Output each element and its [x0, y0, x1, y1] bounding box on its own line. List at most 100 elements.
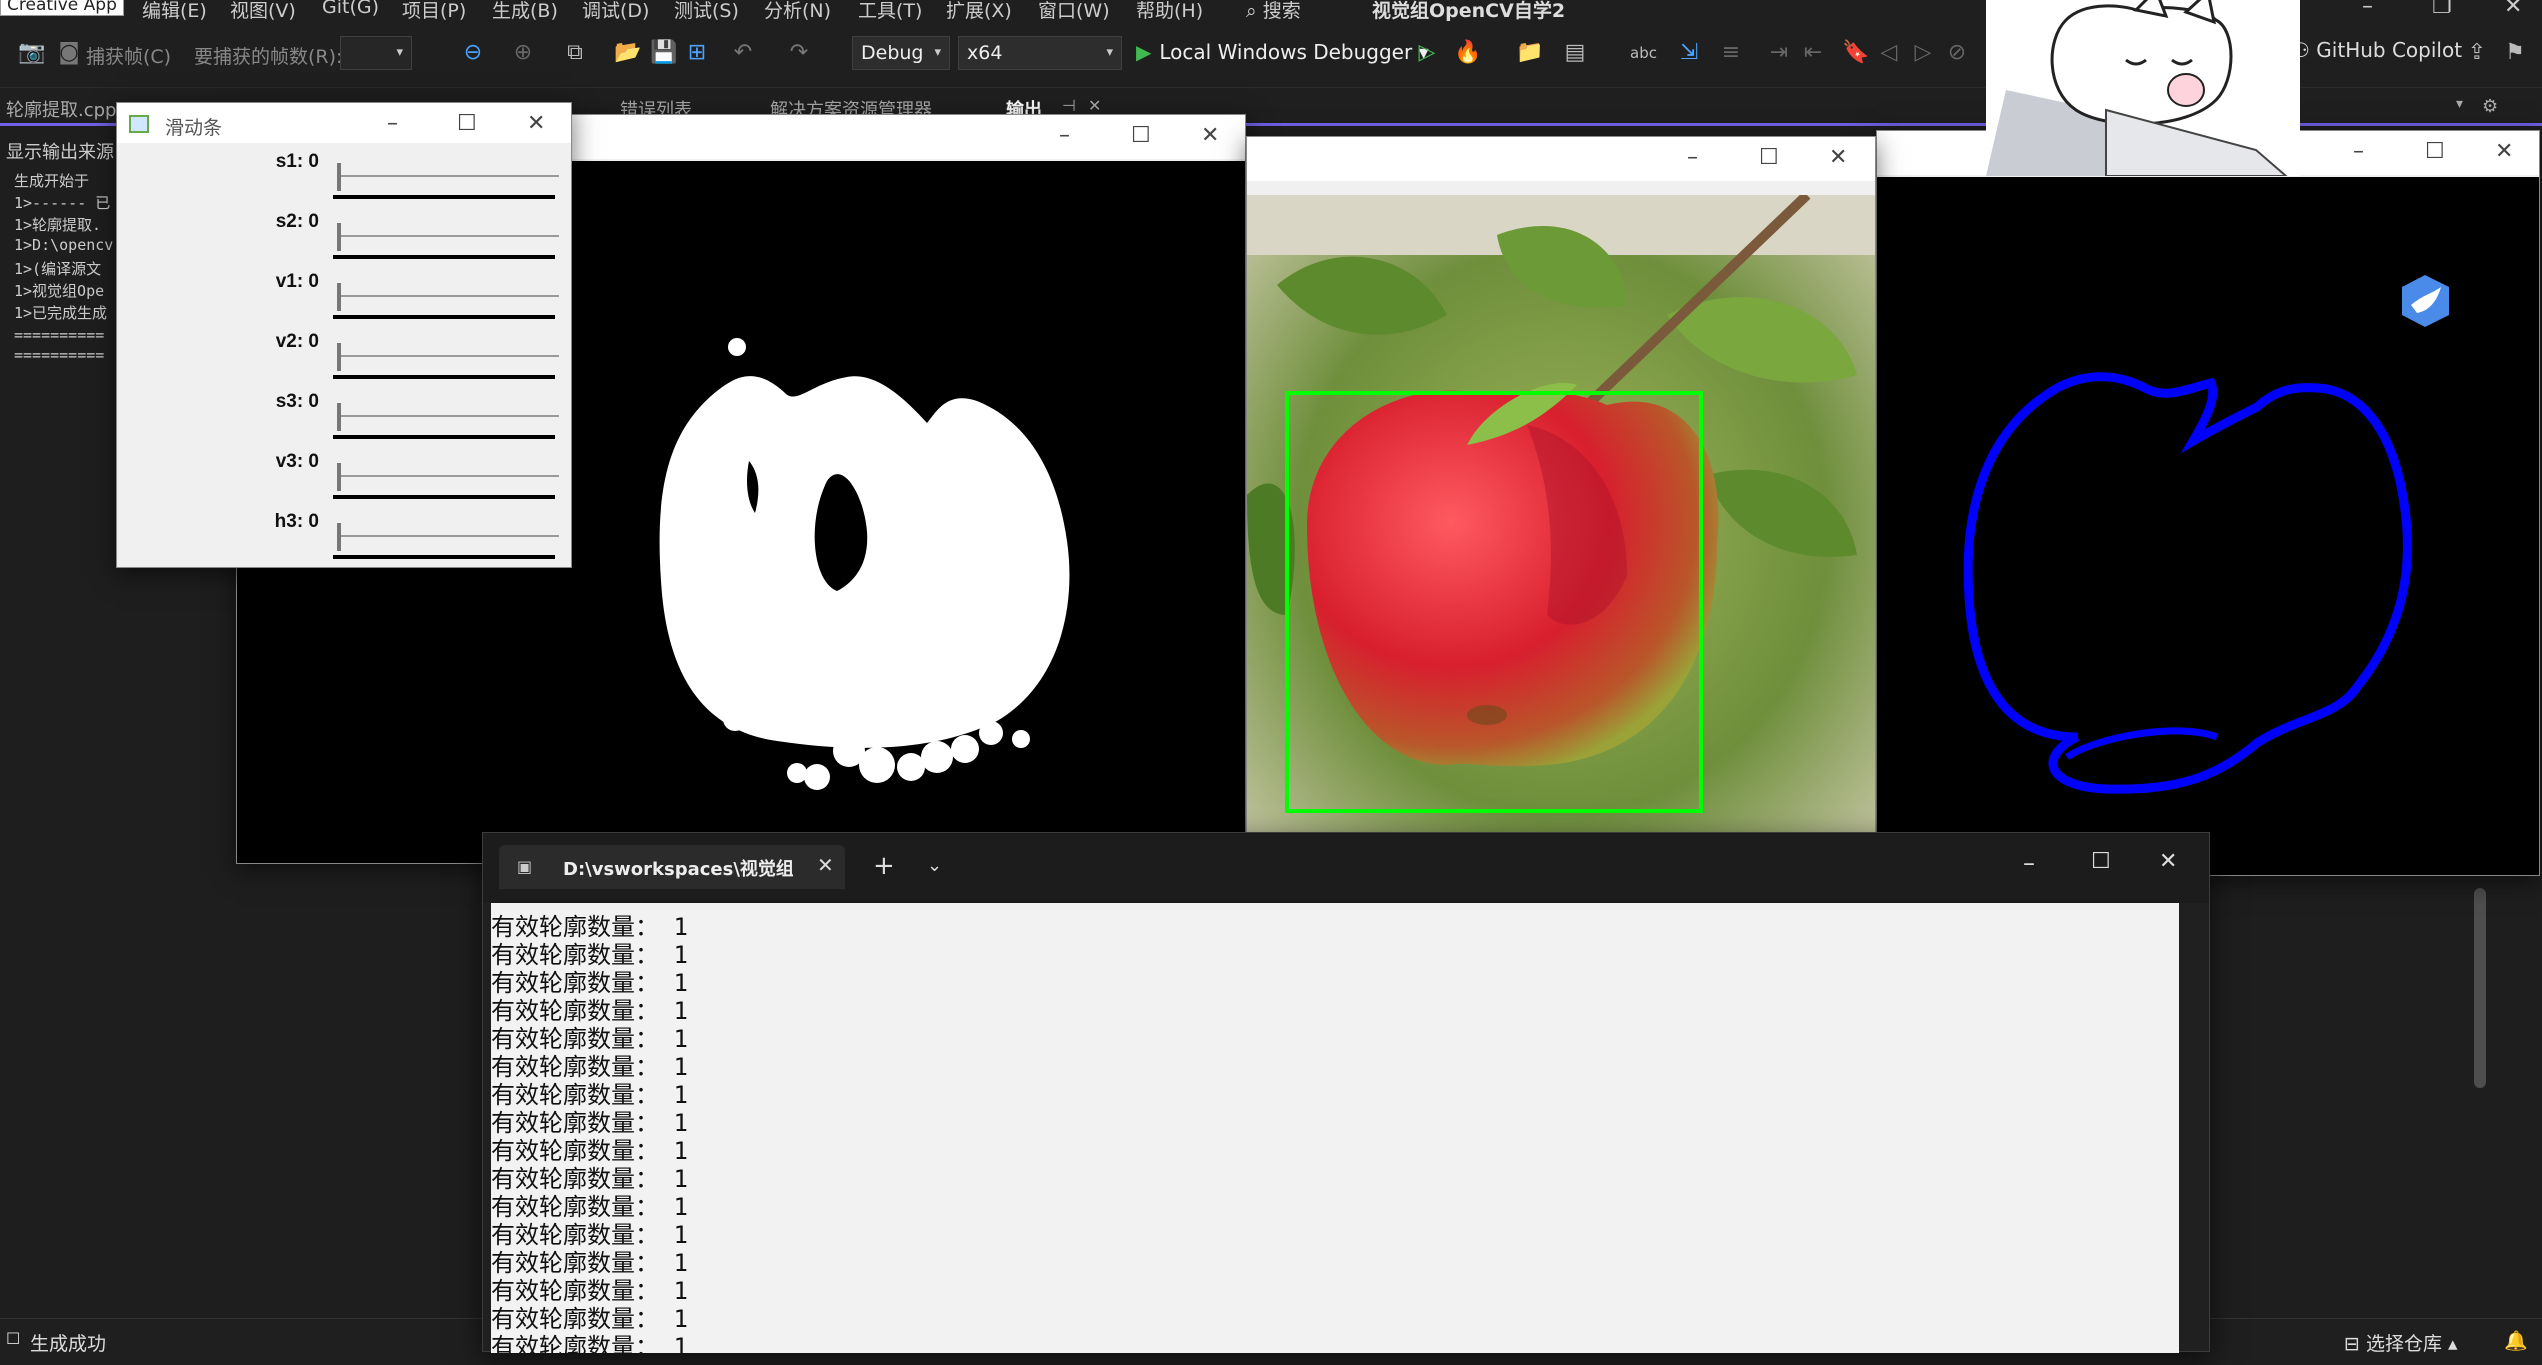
bookmark-next-icon[interactable]: ▷: [1910, 40, 1936, 66]
bookmark-clear-icon[interactable]: ⊘: [1944, 40, 1970, 66]
output-line: 1>视觉组Ope: [14, 282, 105, 300]
minimize-icon[interactable]: –: [2362, 0, 2373, 19]
menu-extensions[interactable]: 扩展(X): [946, 0, 1012, 23]
maximize-icon[interactable]: ☐: [1759, 145, 1779, 170]
play-icon: ▶: [1136, 40, 1152, 64]
menu-tools[interactable]: 工具(T): [858, 0, 922, 23]
menu-view[interactable]: 视图(V): [230, 0, 296, 23]
output-line: 1>已完成生成: [14, 304, 108, 322]
minimize-icon[interactable]: –: [2353, 139, 2364, 164]
terminal-output[interactable]: 有效轮廓数量： 1 有效轮廓数量： 1 有效轮廓数量： 1 有效轮廓数量： 1 有效轮廓…: [491, 903, 2179, 1353]
terminal-tab[interactable]: ▣ D:\vsworkspaces\视觉组OpenCV ✕: [499, 845, 845, 889]
open-folder-icon[interactable]: 📂: [614, 40, 641, 66]
trackbar-thumb[interactable]: [337, 523, 341, 551]
save-all-icon[interactable]: ⊞: [684, 40, 710, 66]
trackbar-thumb[interactable]: [337, 223, 341, 251]
close-icon[interactable]: ✕: [2159, 849, 2177, 874]
back-icon[interactable]: ⊖: [460, 40, 486, 66]
indent-icon[interactable]: ⇥: [1766, 40, 1792, 66]
trackbar-slider[interactable]: [337, 175, 559, 177]
minimize-icon[interactable]: –: [1059, 123, 1070, 148]
app-tag[interactable]: Creative App: [0, 0, 124, 16]
menu-git[interactable]: Git(G): [322, 0, 379, 18]
gear-icon[interactable]: ⚙: [2482, 96, 2498, 117]
hot-reload-icon[interactable]: 🔥: [1454, 40, 1481, 66]
trackbar-slider[interactable]: [337, 295, 559, 297]
capture-icon[interactable]: ◙: [56, 40, 82, 66]
close-icon[interactable]: ✕: [2495, 139, 2513, 164]
close-icon[interactable]: ✕: [1201, 123, 1219, 148]
feedback-icon[interactable]: ⚑: [2502, 40, 2528, 66]
comment-icon[interactable]: ≡: [1718, 40, 1744, 66]
bookmark-prev-icon[interactable]: ◁: [1876, 40, 1902, 66]
tab-source-file[interactable]: 轮廓提取.cpp: [6, 96, 116, 122]
trackbar-thumb[interactable]: [337, 343, 341, 371]
trackbar-thumb[interactable]: [337, 403, 341, 431]
console-icon: ▣: [517, 857, 533, 876]
camera-icon[interactable]: 📷: [18, 40, 45, 66]
capture-frame-button[interactable]: 捕获帧(C): [86, 42, 171, 69]
bookmark-icon[interactable]: 🔖: [1842, 40, 1869, 66]
layout-icon[interactable]: ▤: [1562, 40, 1588, 66]
folder-settings-icon[interactable]: 📁: [1516, 40, 1543, 66]
share-icon[interactable]: ⇪: [2464, 40, 2490, 66]
maximize-icon[interactable]: ☐: [2091, 849, 2111, 874]
close-icon[interactable]: ✕: [817, 853, 834, 877]
trackbar-window-titlebar[interactable]: 滑动条 – ☐ ✕: [117, 103, 571, 143]
close-icon[interactable]: ✕: [2504, 0, 2522, 19]
trackbar-slider[interactable]: [337, 535, 559, 537]
minimize-icon[interactable]: –: [387, 111, 398, 136]
frames-combo[interactable]: ▾: [340, 36, 412, 70]
menu-project[interactable]: 项目(P): [402, 0, 466, 23]
pin-icon[interactable]: ⊣: [1062, 96, 1076, 115]
menu-help[interactable]: 帮助(H): [1136, 0, 1203, 23]
close-icon[interactable]: ✕: [1088, 96, 1101, 115]
restore-icon[interactable]: ❐: [2432, 0, 2452, 19]
scroll-thumb[interactable]: [2474, 888, 2486, 1088]
menu-debug[interactable]: 调试(D): [582, 0, 649, 23]
new-tab-icon[interactable]: +: [873, 851, 895, 881]
search-box[interactable]: ⌕ 搜索: [1246, 0, 1301, 23]
chevron-down-icon[interactable]: ⌄: [927, 855, 942, 876]
trackbar-slider[interactable]: [337, 235, 559, 237]
close-icon[interactable]: ✕: [527, 111, 545, 136]
menu-build[interactable]: 生成(B): [492, 0, 558, 23]
terminal-window: ▣ D:\vsworkspaces\视觉组OpenCV ✕ + ⌄ – ☐ ✕ …: [482, 832, 2210, 1353]
trackbar-thumb[interactable]: [337, 463, 341, 491]
undo-icon[interactable]: ↶: [730, 40, 756, 66]
trackbar-thumb[interactable]: [337, 283, 341, 311]
trackbar-slider[interactable]: [337, 415, 559, 417]
forward-icon[interactable]: ⊕: [510, 40, 536, 66]
redo-icon[interactable]: ↷: [786, 40, 812, 66]
close-icon[interactable]: ✕: [1829, 145, 1847, 170]
maximize-icon[interactable]: ☐: [1131, 123, 1151, 148]
trackbar-slider[interactable]: [337, 475, 559, 477]
trackbar-thumb[interactable]: [337, 163, 341, 191]
save-icon[interactable]: 💾: [650, 40, 677, 66]
minimize-icon[interactable]: –: [2023, 849, 2035, 877]
outdent-icon[interactable]: ⇤: [1800, 40, 1826, 66]
vertical-scrollbar[interactable]: [2468, 880, 2490, 1280]
notifications-icon[interactable]: 🔔: [2504, 1329, 2528, 1352]
platform-combo[interactable]: x64 ▾: [958, 36, 1122, 70]
run-without-debug-icon[interactable]: ▷: [1414, 40, 1440, 66]
menu-window[interactable]: 窗口(W): [1038, 0, 1110, 23]
step-icon[interactable]: ⇲: [1676, 40, 1702, 66]
new-item-icon[interactable]: ⧉: [562, 40, 588, 66]
menu-test[interactable]: 测试(S): [674, 0, 739, 23]
config-combo[interactable]: Debug ▾: [852, 36, 950, 70]
maximize-icon[interactable]: ☐: [2425, 139, 2445, 164]
terminal-titlebar[interactable]: ▣ D:\vsworkspaces\视觉组OpenCV ✕ + ⌄ – ☐ ✕: [483, 833, 2209, 903]
copilot-button[interactable]: ⚇ GitHub Copilot: [2292, 38, 2462, 62]
menu-edit[interactable]: 编辑(E): [142, 0, 207, 23]
spellcheck-icon[interactable]: abc: [1630, 40, 1657, 66]
detection-window-titlebar[interactable]: – ☐ ✕: [1247, 137, 1875, 181]
start-debugger-button[interactable]: ▶ Local Windows Debugger ▾: [1136, 40, 1429, 64]
maximize-icon[interactable]: ☐: [457, 111, 477, 136]
menu-analyze[interactable]: 分析(N): [764, 0, 831, 23]
chevron-down-icon[interactable]: ▾: [2456, 96, 2463, 112]
repo-selector[interactable]: ⊟ 选择仓库 ▴: [2344, 1329, 2458, 1356]
status-icon: ☐: [6, 1329, 21, 1348]
trackbar-slider[interactable]: [337, 355, 559, 357]
minimize-icon[interactable]: –: [1687, 145, 1698, 170]
